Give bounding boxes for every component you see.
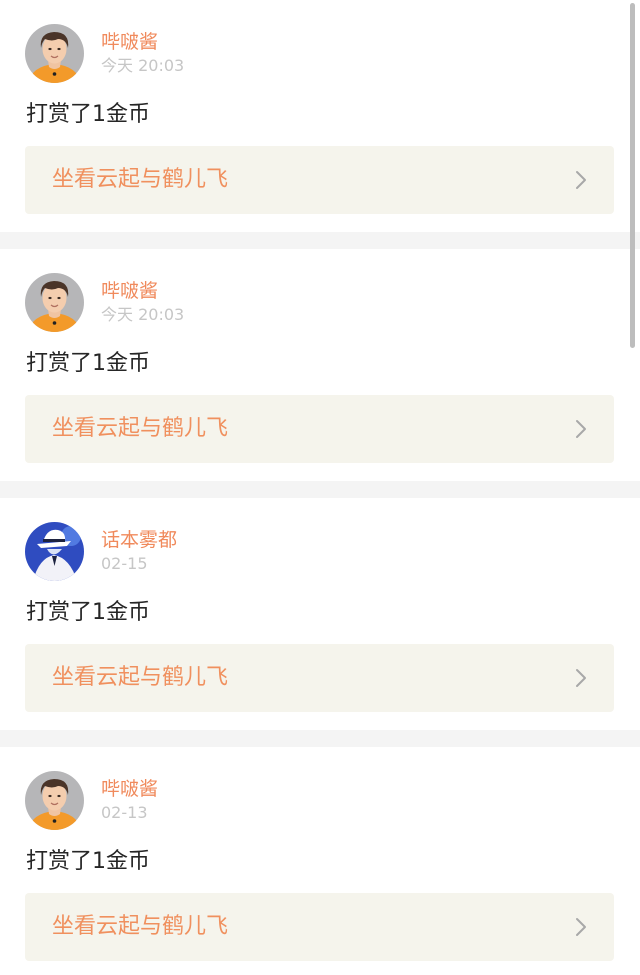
timestamp: 02-15 xyxy=(101,554,148,573)
reward-message: 打赏了1金币 xyxy=(26,849,150,874)
chevron-right-icon xyxy=(574,419,588,439)
anime-avatar-icon xyxy=(25,522,84,581)
avatar[interactable] xyxy=(25,273,84,332)
story-title: 坐看云起与鹤儿飞 xyxy=(52,914,229,939)
username[interactable]: 哔啵酱 xyxy=(101,30,158,54)
story-title: 坐看云起与鹤儿飞 xyxy=(52,665,229,690)
story-reference-link[interactable]: 坐看云起与鹤儿飞 xyxy=(25,644,614,712)
portrait-avatar-icon xyxy=(25,771,84,830)
timestamp: 02-13 xyxy=(101,803,148,822)
avatar[interactable] xyxy=(25,522,84,581)
timestamp: 今天 20:03 xyxy=(101,305,185,324)
story-reference-link[interactable]: 坐看云起与鹤儿飞 xyxy=(25,893,614,961)
username[interactable]: 哔啵酱 xyxy=(101,777,158,801)
reward-message: 打赏了1金币 xyxy=(26,351,150,376)
chevron-right-icon xyxy=(574,917,588,937)
reward-card: 哔啵酱 今天 20:03 打赏了1金币 坐看云起与鹤儿飞 xyxy=(0,0,640,232)
timestamp: 今天 20:03 xyxy=(101,56,185,75)
reward-card: 话本雾都 02-15 打赏了1金币 坐看云起与鹤儿飞 xyxy=(0,498,640,730)
story-title: 坐看云起与鹤儿飞 xyxy=(52,416,229,441)
reward-message: 打赏了1金币 xyxy=(26,102,150,127)
username[interactable]: 话本雾都 xyxy=(101,528,177,552)
scrollbar[interactable] xyxy=(630,3,635,348)
username[interactable]: 哔啵酱 xyxy=(101,279,158,303)
story-title: 坐看云起与鹤儿飞 xyxy=(52,167,229,192)
reward-message: 打赏了1金币 xyxy=(26,600,150,625)
portrait-avatar-icon xyxy=(25,24,84,83)
chevron-right-icon xyxy=(574,170,588,190)
reward-feed: 哔啵酱 今天 20:03 打赏了1金币 坐看云起与鹤儿飞 哔啵酱 今天 20:0… xyxy=(0,0,640,975)
story-reference-link[interactable]: 坐看云起与鹤儿飞 xyxy=(25,146,614,214)
avatar[interactable] xyxy=(25,771,84,830)
story-reference-link[interactable]: 坐看云起与鹤儿飞 xyxy=(25,395,614,463)
reward-card: 哔啵酱 02-13 打赏了1金币 坐看云起与鹤儿飞 xyxy=(0,747,640,975)
avatar[interactable] xyxy=(25,24,84,83)
reward-card: 哔啵酱 今天 20:03 打赏了1金币 坐看云起与鹤儿飞 xyxy=(0,249,640,481)
chevron-right-icon xyxy=(574,668,588,688)
portrait-avatar-icon xyxy=(25,273,84,332)
